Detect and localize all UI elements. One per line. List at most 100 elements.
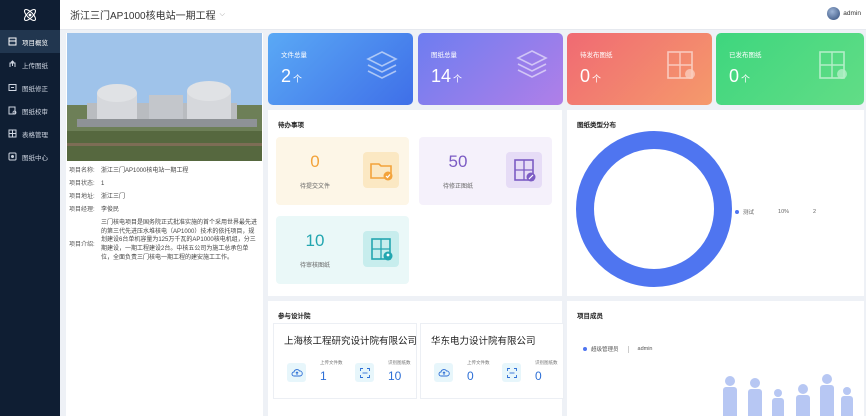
members-title: 项目成员 <box>577 313 603 320</box>
stat-card-1[interactable]: 图纸总量 14 个 <box>418 33 563 105</box>
todo-value: 10 <box>305 231 325 250</box>
project-details: 项目名称: 浙江三门AP1000核电站一期工程 项目状态: 1 项目地址: 浙江三门项目经… <box>66 161 263 263</box>
recognize-stat-icon-box <box>502 363 521 382</box>
stat-card-3[interactable]: 已发布图纸 0 个 <box>716 33 864 105</box>
upload-stat: 上传文件数 1 <box>282 358 344 394</box>
user-menu[interactable]: admin <box>827 7 861 20</box>
project-description: 三门核电项目是国务院正式批准实施的首个采用世界最先进的第三代先进压水堆核电（AP… <box>101 220 258 261</box>
todo-card-0[interactable]: 0 待提交文件 <box>276 137 409 205</box>
todo-label: 待修正图纸 <box>442 184 473 190</box>
upload-stat-icon-box <box>287 363 306 382</box>
drawing-center-icon <box>8 152 17 161</box>
edit-drawing-icon <box>8 84 17 91</box>
upload-stat-label: 上传文件数 <box>467 360 490 365</box>
recognize-stat: 识别图纸数 0 <box>497 358 559 394</box>
info-row: 项目地址: 浙江三门 <box>69 193 261 202</box>
sidebar-item-label: 表格管理 <box>22 131 48 139</box>
todo-card-2[interactable]: 10 待审核图纸 <box>276 216 409 284</box>
todo-icon-box <box>363 152 399 188</box>
design-orgs-panel: 参与设计院 上海核工程研究设计院有限公司 上传文件数 1 识别图纸数 10 华东电力设计院… <box>268 301 564 416</box>
legend-dot <box>735 210 739 214</box>
info-key: 项目介绍: <box>69 242 95 248</box>
todo-icon-box <box>506 152 542 188</box>
drawing-type-donut-chart <box>576 131 732 287</box>
upload-stat-label: 上传文件数 <box>320 360 343 365</box>
project-selector[interactable]: 浙江三门AP1000核电站一期工程 <box>70 7 216 22</box>
upload-stat-value: 0 <box>467 369 474 383</box>
design-orgs-title: 参与设计院 <box>278 313 311 320</box>
sidebar-item-label: 图纸修正 <box>22 85 48 93</box>
scan-icon <box>359 367 370 378</box>
info-row: 项目状态: 1 <box>69 180 261 189</box>
stat-value: 2 <box>281 66 292 86</box>
members-panel: 项目成员 超级管理员 admin <box>567 301 864 416</box>
user-name[interactable]: admin <box>843 10 861 17</box>
pending-drawing-icon <box>667 51 695 79</box>
design-org-card-1[interactable]: 华东电力设计院有限公司上传文件数 0 识别图纸数 0 <box>420 323 564 399</box>
top-header: 浙江三门AP1000核电站一期工程 ⌵ admin <box>60 0 866 30</box>
folder-check-icon <box>370 163 393 181</box>
atom-logo-icon <box>23 8 37 22</box>
design-org-name: 华东电力设计院有限公司 <box>431 336 536 347</box>
info-value: 浙江三门AP1000核电站一期工程 <box>101 168 189 174</box>
todo-label: 待审核图纸 <box>299 263 330 269</box>
stat-unit: 个 <box>741 74 751 84</box>
info-key: 项目状态: <box>69 181 95 187</box>
upload-stat: 上传文件数 0 <box>429 358 491 394</box>
info-key: 项目地址: <box>69 194 95 200</box>
todo-card-1[interactable]: 50 待修正图纸 <box>419 137 552 205</box>
recognize-stat-label: 识别图纸数 <box>535 360 558 365</box>
chevron-down-icon[interactable]: ⌵ <box>220 11 225 19</box>
project-info-panel: 项目名称: 浙江三门AP1000核电站一期工程 项目状态: 1 项目地址: 浙江三门项目经… <box>66 33 263 416</box>
sidebar-item-label: 图纸中心 <box>22 154 48 162</box>
todo-value: 50 <box>448 152 468 171</box>
info-row: 项目经理: 李俊民 <box>69 206 261 215</box>
info-value: 浙江三门 <box>101 194 126 200</box>
plant-photo-illustration <box>67 33 262 161</box>
todo-label: 待提交文件 <box>299 184 330 190</box>
donut-slice-0[interactable] <box>576 131 732 287</box>
stat-value: 0 <box>729 66 740 86</box>
info-row: 项目名称: 浙江三门AP1000核电站一期工程 <box>69 167 261 176</box>
stat-value: 0 <box>580 66 591 86</box>
todo-icon-box <box>363 231 399 267</box>
drawing-review-icon <box>371 238 393 261</box>
sidebar-item-2[interactable]: 图纸修正 <box>0 76 60 99</box>
recognize-stat: 识别图纸数 10 <box>350 358 412 394</box>
legend-count: 2 <box>813 209 817 215</box>
stat-unit: 个 <box>592 74 602 84</box>
sidebar-item-5[interactable]: 图纸中心 <box>0 145 60 168</box>
review-icon <box>8 106 17 115</box>
design-org-card-0[interactable]: 上海核工程研究设计院有限公司 上传文件数 1 识别图纸数 10 <box>273 323 417 399</box>
scan-icon <box>506 367 517 378</box>
member-role: 超级管理员 <box>591 347 619 353</box>
stat-card-0[interactable]: 文件总量 2 个 <box>268 33 413 105</box>
app-logo <box>0 0 60 30</box>
avatar[interactable] <box>827 7 841 20</box>
upload-icon <box>9 60 16 67</box>
sidebar-item-label: 图纸校审 <box>22 108 48 116</box>
stat-value: 14 <box>431 66 452 86</box>
recognize-stat-label: 识别图纸数 <box>388 360 411 365</box>
todo-panel: 待办事项 0 待提交文件 50 待修正图纸 10 待审核图纸 <box>268 110 562 296</box>
sidebar-item-3[interactable]: 图纸校审 <box>0 99 60 122</box>
upload-stat-value: 1 <box>320 369 327 383</box>
sidebar-item-0[interactable]: 项目概览 <box>0 30 60 53</box>
info-row-description: 项目介绍: 三门核电项目是国务院正式批准实施的首个采用世界最先进的第三代先进压水堆… <box>69 219 261 263</box>
stat-card-2[interactable]: 待发布图纸 0 个 <box>567 33 712 105</box>
member-dot <box>583 347 587 351</box>
recognize-stat-value: 0 <box>535 369 542 383</box>
sidebar-item-1[interactable]: 上传图纸 <box>0 53 60 76</box>
stat-unit: 个 <box>293 74 303 84</box>
info-key: 项目经理: <box>69 207 95 213</box>
stack-icon <box>516 50 548 78</box>
sidebar-item-4[interactable]: 表格管理 <box>0 122 60 145</box>
layers-icon <box>366 51 398 79</box>
chart-legend: 测试 10% 2 <box>735 208 816 216</box>
info-value: 1 <box>101 181 105 187</box>
published-drawing-icon <box>819 51 847 79</box>
upload-stat-icon-box <box>434 363 453 382</box>
member-item: 超级管理员 admin <box>583 345 653 353</box>
dashboard-icon <box>8 37 17 46</box>
recognize-stat-icon-box <box>355 363 374 382</box>
